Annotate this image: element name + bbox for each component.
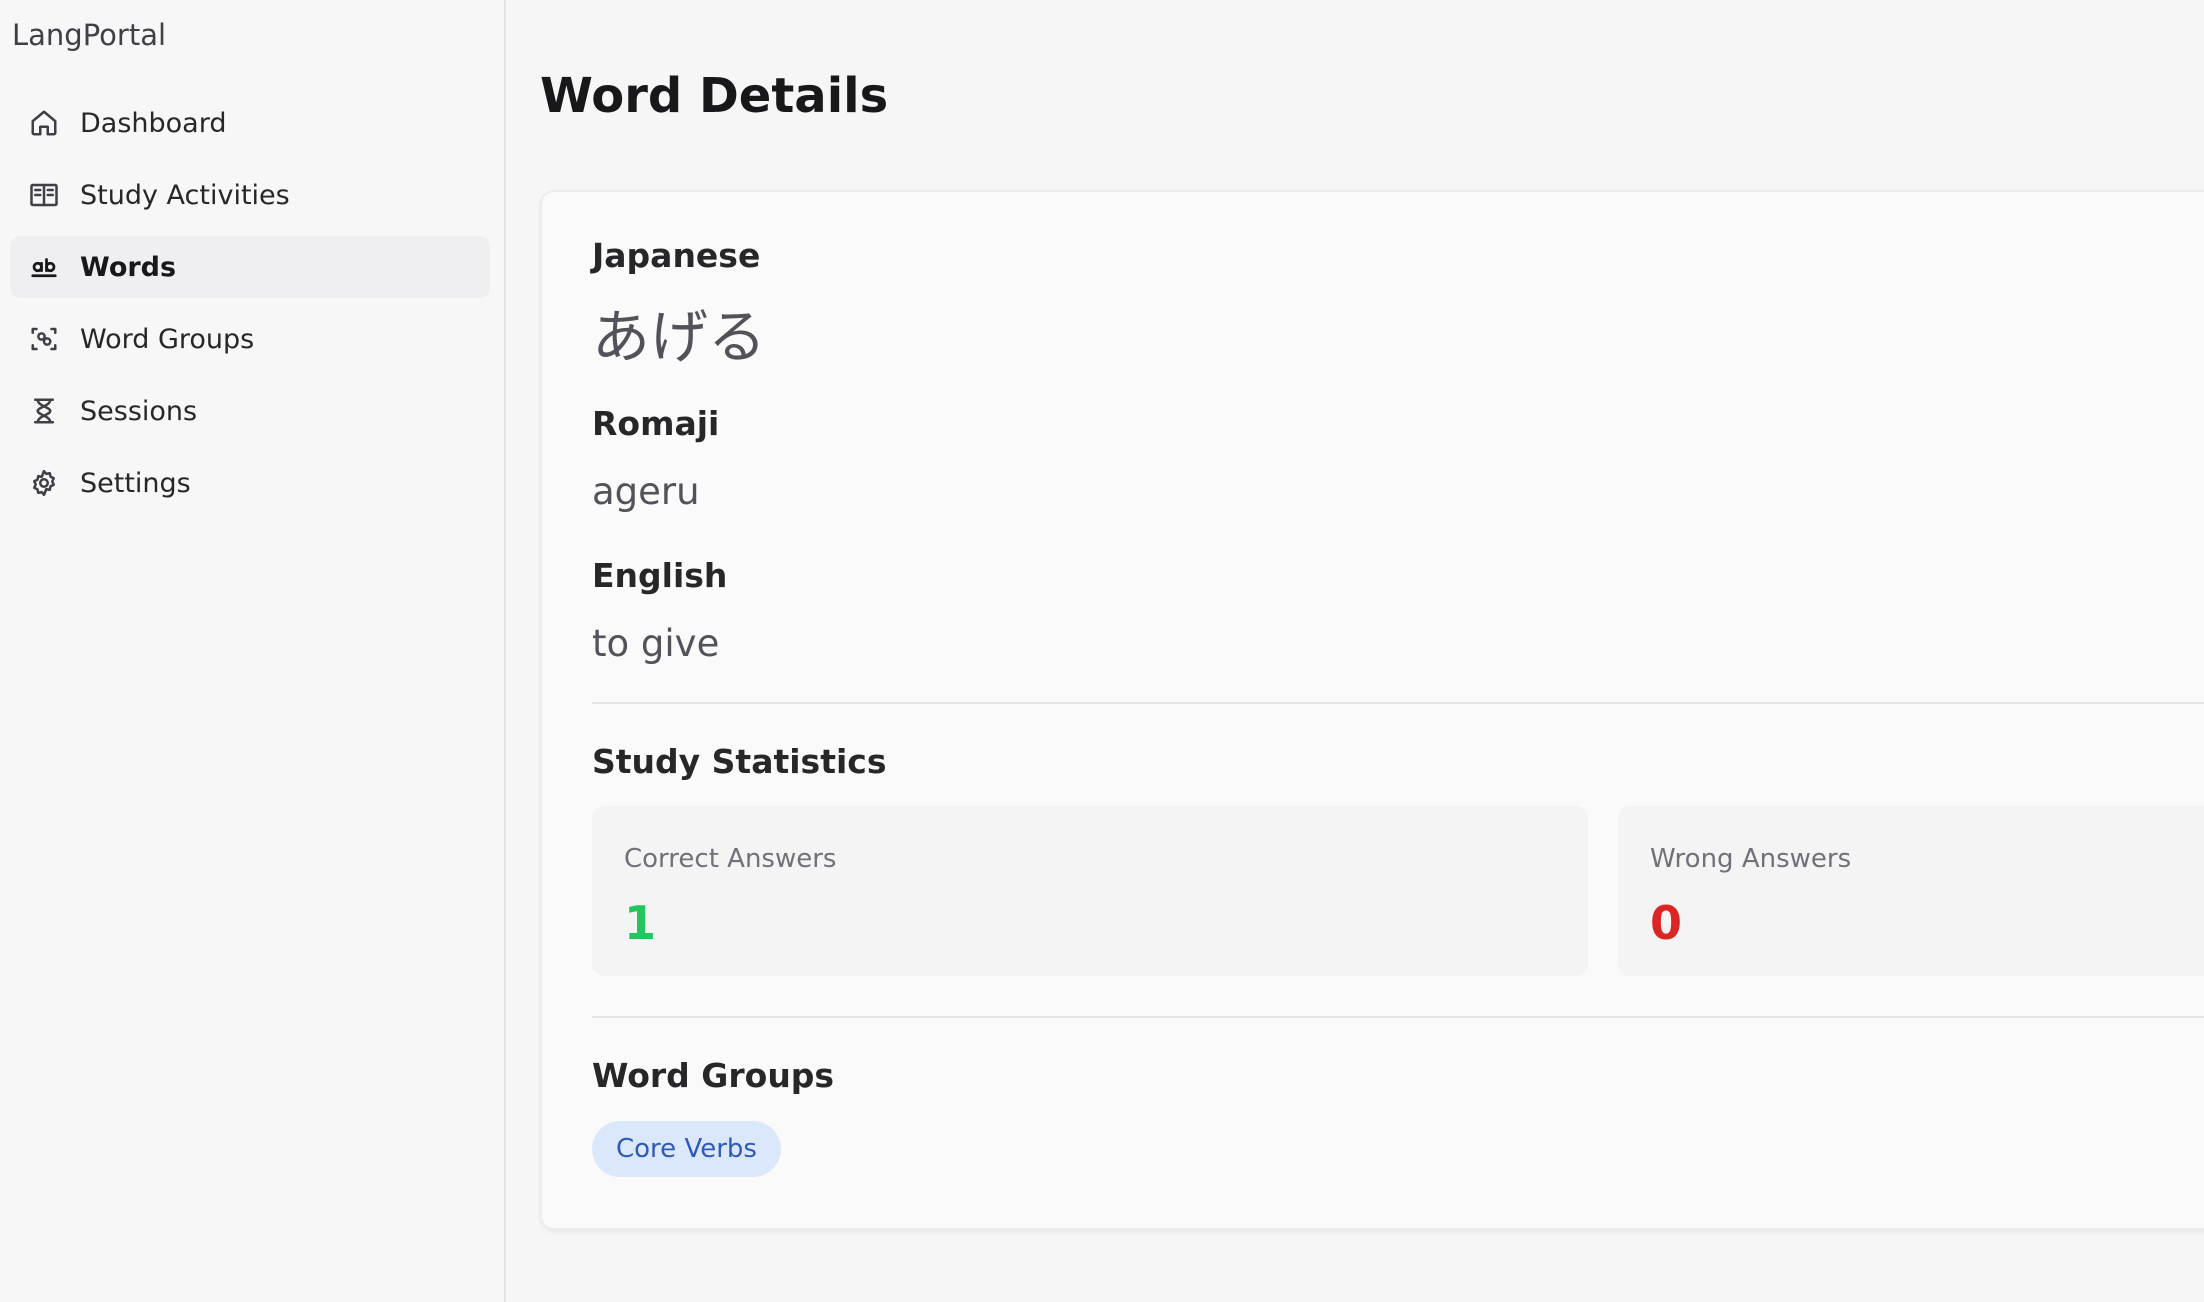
ab-text-icon	[28, 251, 60, 283]
book-open-icon	[28, 179, 60, 211]
wrong-answers-stat: Wrong Answers 0	[1618, 806, 2204, 976]
sidebar-item-label: Dashboard	[80, 107, 227, 139]
divider	[592, 702, 2204, 704]
wrong-answers-value: 0	[1650, 896, 1683, 950]
correct-answers-stat: Correct Answers 1	[592, 806, 1588, 976]
romaji-label: Romaji	[592, 404, 720, 443]
page-title: Word Details	[540, 68, 889, 124]
sidebar-item-word-groups[interactable]: Word Groups	[10, 308, 490, 370]
word-group-tag[interactable]: Core Verbs	[592, 1121, 781, 1177]
sidebar-item-label: Word Groups	[80, 323, 255, 355]
app-window: LangPortal Dashboard Study Activities Wo…	[0, 0, 2204, 1302]
correct-answers-label: Correct Answers	[624, 844, 837, 874]
word-groups-heading: Word Groups	[592, 1056, 835, 1095]
scan-group-icon	[28, 323, 60, 355]
gear-icon	[28, 467, 60, 499]
correct-answers-value: 1	[624, 896, 657, 950]
sidebar-item-settings[interactable]: Settings	[10, 452, 490, 514]
divider	[592, 1016, 2204, 1018]
sidebar-item-label: Settings	[80, 467, 191, 499]
main-content: Word Details Japanese あげる Romaji ageru E…	[506, 0, 2204, 1302]
study-statistics-heading: Study Statistics	[592, 742, 887, 781]
sidebar-item-label: Study Activities	[80, 179, 290, 211]
wrong-answers-label: Wrong Answers	[1650, 844, 1852, 874]
sidebar-item-words[interactable]: Words	[10, 236, 490, 298]
sidebar-item-dashboard[interactable]: Dashboard	[10, 92, 490, 154]
english-label: English	[592, 556, 728, 595]
sidebar: LangPortal Dashboard Study Activities Wo…	[0, 0, 506, 1302]
japanese-value: あげる	[592, 303, 767, 371]
japanese-label: Japanese	[592, 236, 761, 275]
hourglass-icon	[28, 395, 60, 427]
word-details-card: Japanese あげる Romaji ageru English to giv…	[540, 190, 2204, 1230]
sidebar-item-sessions[interactable]: Sessions	[10, 380, 490, 442]
english-value: to give	[592, 622, 720, 665]
sidebar-item-study-activities[interactable]: Study Activities	[10, 164, 490, 226]
romaji-value: ageru	[592, 470, 700, 513]
sidebar-nav: Dashboard Study Activities Words Word Gr…	[10, 90, 490, 524]
brand-logo-text[interactable]: LangPortal	[12, 18, 166, 52]
sidebar-item-label: Words	[80, 251, 177, 283]
sidebar-item-label: Sessions	[80, 395, 198, 427]
home-icon	[28, 107, 60, 139]
